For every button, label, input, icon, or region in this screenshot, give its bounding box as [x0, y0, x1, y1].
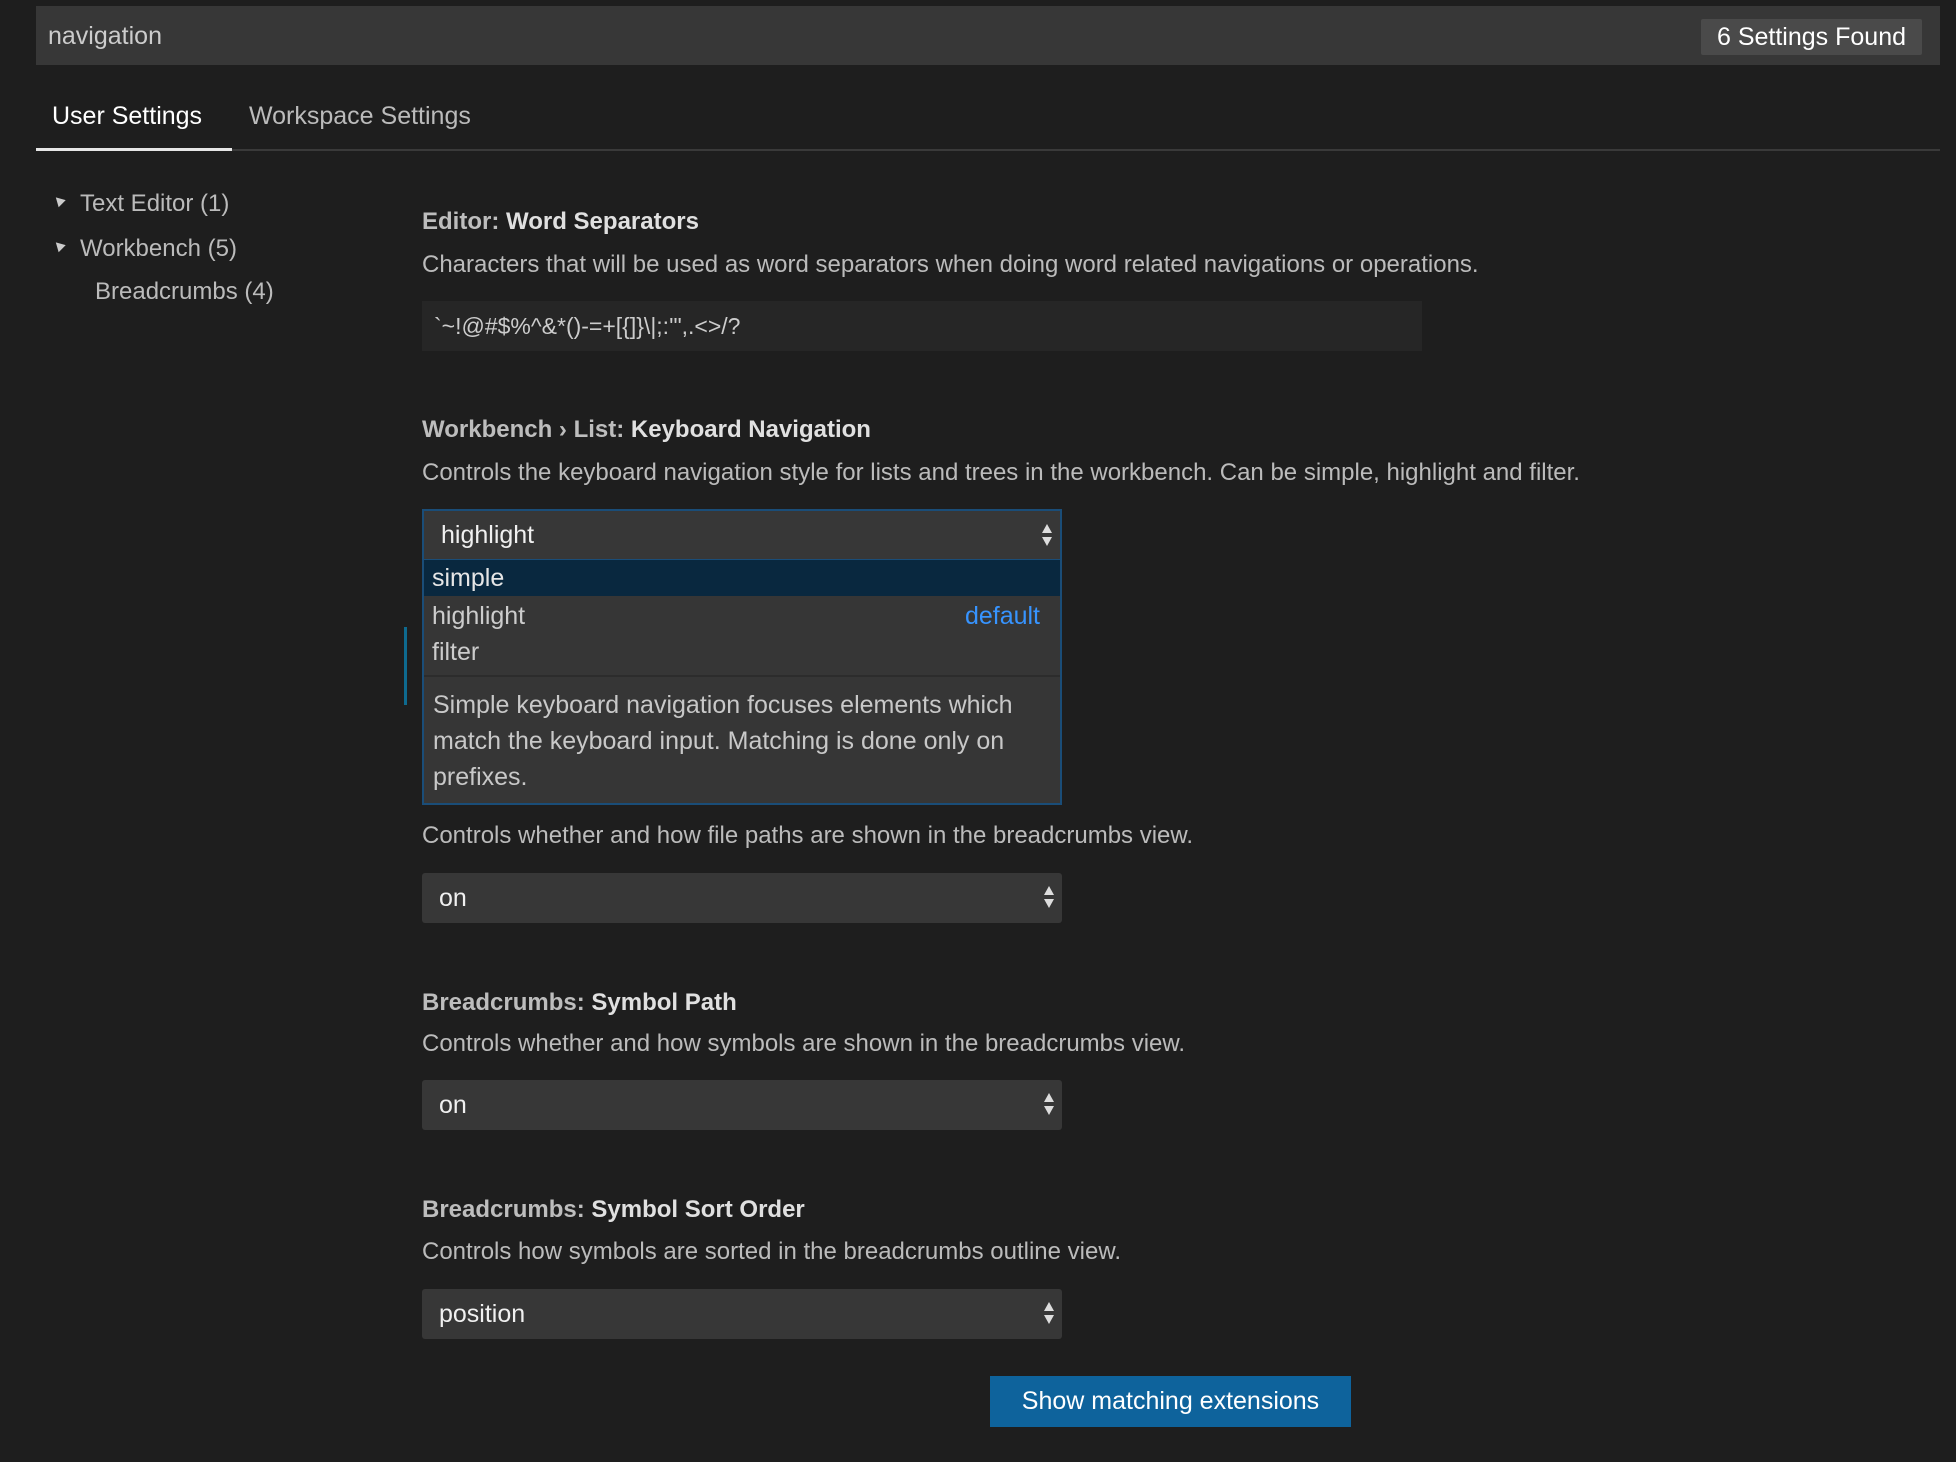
setting-name: Word Separators — [506, 208, 699, 235]
focused-setting-indicator — [404, 627, 407, 705]
setting-title-symbol-sort-order: Breadcrumbs: Symbol Sort Order — [422, 1196, 805, 1224]
setting-description: Controls how symbols are sorted in the b… — [422, 1238, 1121, 1265]
setting-category: Workbench › List: — [422, 416, 631, 443]
setting-description: Controls whether and how symbols are sho… — [422, 1030, 1186, 1057]
setting-name: Symbol Sort Order — [591, 1196, 805, 1223]
setting-name: Symbol Path — [591, 989, 737, 1016]
symbol-sort-order-select[interactable]: position — [422, 1289, 1062, 1339]
setting-name: Keyboard Navigation — [630, 416, 871, 443]
show-matching-extensions-button[interactable]: Show matching extensions — [990, 1376, 1351, 1427]
setting-category: Editor: — [422, 208, 506, 235]
dropdown-separator — [424, 675, 1060, 677]
option-highlight[interactable]: highlight default — [424, 598, 1060, 634]
tab-user-settings[interactable]: User Settings — [52, 102, 202, 148]
setting-title-keyboard-navigation: Workbench › List: Keyboard Navigation — [422, 416, 871, 444]
select-value: highlight — [441, 521, 535, 549]
select-value: position — [439, 1300, 526, 1328]
tab-workspace-settings[interactable]: Workspace Settings — [249, 102, 471, 148]
select-value: on — [439, 884, 467, 912]
select-arrows-icon — [1044, 886, 1054, 910]
option-description: Simple keyboard navigation focuses eleme… — [433, 691, 1013, 791]
settings-search-input[interactable] — [46, 6, 1650, 67]
settings-search-bar: 6 Settings Found — [36, 6, 1940, 67]
tab-divider — [36, 149, 1940, 151]
select-arrows-icon — [1044, 1093, 1054, 1117]
tree-item-label: Text Editor (1) — [80, 190, 230, 217]
word-separators-input[interactable] — [422, 301, 1422, 351]
default-tag: default — [964, 602, 1040, 630]
tree-item-label: Workbench (5) — [80, 235, 237, 262]
option-label: filter — [432, 638, 480, 666]
select-arrows-icon — [1044, 1302, 1054, 1326]
results-count-badge: 6 Settings Found — [1700, 19, 1922, 55]
dropdown-list: simple highlight default filter Simple ke… — [422, 560, 1062, 805]
setting-title-symbol-path: Breadcrumbs: Symbol Path — [422, 989, 737, 1017]
expanded-triangle-icon — [52, 193, 66, 208]
option-label: highlight — [432, 602, 526, 630]
setting-title-word-separators: Editor: Word Separators — [422, 208, 699, 236]
active-tab-indicator — [36, 148, 232, 151]
file-path-select[interactable]: on — [422, 873, 1062, 923]
select-value: on — [439, 1091, 467, 1119]
setting-description: Characters that will be used as word sep… — [422, 251, 1479, 278]
option-filter[interactable]: filter — [424, 634, 1060, 670]
tree-item-breadcrumbs[interactable]: Breadcrumbs (4) — [95, 278, 274, 306]
setting-description: Controls whether and how file paths are … — [422, 822, 1194, 849]
option-simple[interactable]: simple — [424, 560, 1060, 596]
keyboard-navigation-select[interactable]: highlight — [422, 509, 1062, 561]
expanded-triangle-icon — [52, 238, 66, 253]
option-label: simple — [432, 564, 505, 592]
symbol-path-select[interactable]: on — [422, 1080, 1062, 1130]
setting-description: Controls the keyboard navigation style f… — [422, 459, 1580, 486]
setting-category: Breadcrumbs: — [422, 1196, 592, 1223]
setting-category: Breadcrumbs: — [422, 989, 592, 1016]
select-arrows-icon — [1042, 524, 1052, 548]
